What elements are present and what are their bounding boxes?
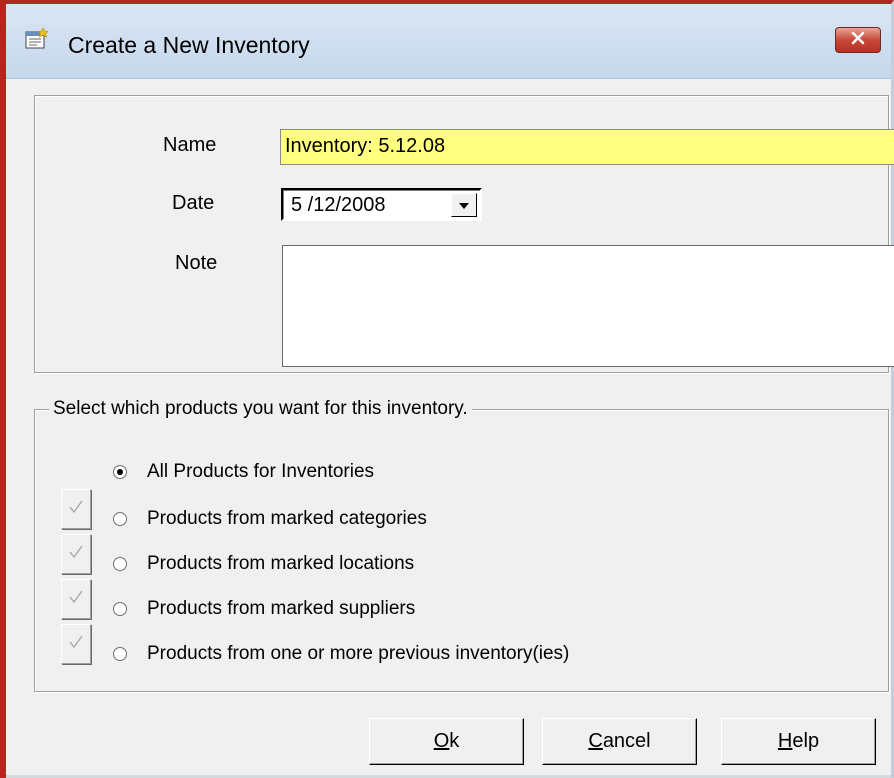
option-previous-inventories[interactable]: Products from one or more previous inven… [113, 640, 569, 668]
mark-previous-inventories-button[interactable] [61, 624, 91, 664]
radio-marked-locations[interactable] [113, 557, 127, 571]
ok-accelerator: O [433, 730, 450, 752]
option-label: Products from marked categories [147, 508, 427, 529]
note-textarea[interactable] [282, 245, 894, 367]
name-label: Name [163, 134, 217, 156]
dialog-window: Create a New Inventory Name Inventory: 5… [0, 0, 894, 778]
checkmark-icon [68, 634, 84, 655]
radio-all-products[interactable] [113, 465, 127, 479]
note-label: Note [175, 252, 218, 274]
radio-marked-suppliers[interactable] [113, 602, 127, 616]
details-panel: Name Inventory: 5.12.08 Date 5 /12/2008 … [34, 95, 894, 373]
help-button[interactable]: Help [721, 718, 876, 765]
close-button[interactable] [835, 27, 881, 53]
cancel-button[interactable]: Cancel [542, 718, 697, 765]
option-marked-suppliers[interactable]: Products from marked suppliers [113, 595, 415, 623]
option-label: Products from marked suppliers [147, 598, 416, 619]
help-label-rest: elp [792, 730, 820, 752]
title-bar[interactable]: Create a New Inventory [6, 4, 891, 79]
name-input[interactable]: Inventory: 5.12.08 [280, 129, 894, 165]
cancel-label-rest: ancel [602, 730, 651, 752]
dialog-title: Create a New Inventory [68, 32, 310, 58]
radio-marked-categories[interactable] [113, 512, 127, 526]
date-dropdown-button[interactable] [451, 193, 477, 217]
mark-suppliers-button[interactable] [61, 579, 91, 619]
mark-locations-button[interactable] [61, 534, 91, 574]
products-groupbox: Select which products you want for this … [34, 398, 889, 692]
ok-button[interactable]: Ok [369, 718, 524, 765]
date-picker[interactable]: 5 /12/2008 [281, 188, 482, 221]
option-label: Products from marked locations [147, 553, 415, 574]
dialog-body: Name Inventory: 5.12.08 Date 5 /12/2008 … [6, 79, 894, 778]
checkmark-icon [68, 499, 84, 520]
close-icon [850, 31, 866, 50]
checkmark-icon [68, 589, 84, 610]
new-document-icon [24, 27, 49, 50]
option-label: Products from one or more previous inven… [147, 643, 570, 664]
help-accelerator: H [777, 730, 793, 752]
chevron-down-icon [459, 196, 469, 214]
date-label: Date [172, 192, 215, 214]
checkmark-icon [68, 544, 84, 565]
ok-label-rest: k [449, 730, 460, 752]
option-marked-locations[interactable]: Products from marked locations [113, 550, 414, 578]
option-all-products[interactable]: All Products for Inventories [113, 458, 374, 486]
radio-previous-inventories[interactable] [113, 647, 127, 661]
option-marked-categories[interactable]: Products from marked categories [113, 505, 427, 533]
cancel-accelerator: C [588, 730, 603, 752]
date-value: 5 /12/2008 [291, 194, 386, 216]
products-legend: Select which products you want for this … [49, 398, 472, 420]
mark-categories-button[interactable] [61, 489, 91, 529]
option-label: All Products for Inventories [147, 461, 375, 482]
